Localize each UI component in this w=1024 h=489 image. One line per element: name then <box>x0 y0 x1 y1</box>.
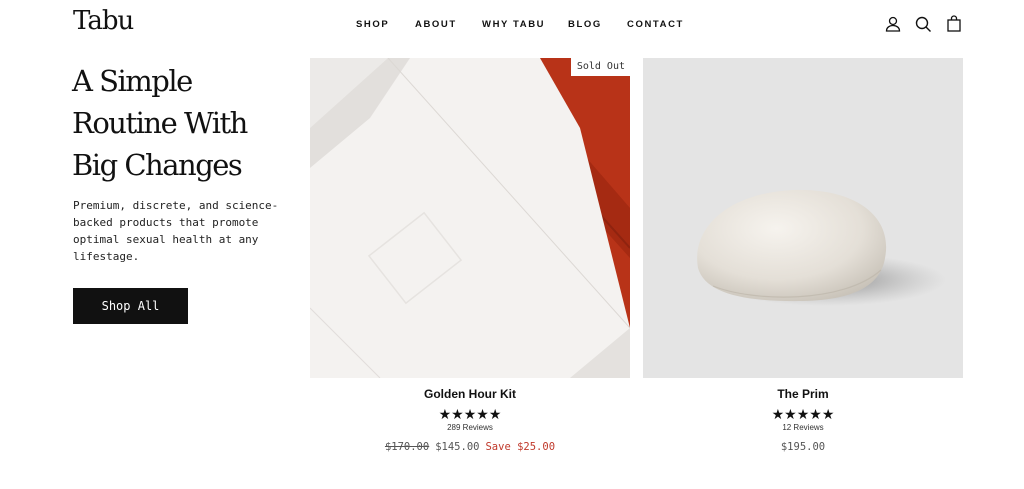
price-row: $195.00 <box>643 441 963 453</box>
account-icon[interactable] <box>884 15 902 33</box>
nav-item-about[interactable]: ABOUT <box>415 19 457 30</box>
review-count[interactable]: 12 Reviews <box>643 423 963 432</box>
hero-description: Premium, discrete, and science-backed pr… <box>73 199 279 263</box>
product-card: The Prim ★★★★★ 12 Reviews $195.00 <box>643 58 963 453</box>
cart-icon[interactable] <box>945 15 963 33</box>
site-header: Tabu SHOP ABOUT WHY TABU BLOG CONTACT <box>0 0 1024 48</box>
brand-logo[interactable]: Tabu <box>73 6 134 36</box>
star-rating: ★★★★★ <box>438 406 502 422</box>
nav-item-contact[interactable]: CONTACT <box>627 19 684 30</box>
sale-price: $145.00 <box>435 441 480 453</box>
product-name[interactable]: Golden Hour Kit <box>310 387 630 401</box>
hero-title-line: Routine With <box>72 106 248 140</box>
nav-item-blog[interactable]: BLOG <box>568 19 602 30</box>
price-row: $170.00 $145.00 Save $25.00 <box>310 441 630 453</box>
sold-out-badge: Sold Out <box>570 58 630 76</box>
product-image[interactable]: Sold Out <box>310 58 630 378</box>
review-count[interactable]: 289 Reviews <box>310 423 630 432</box>
price: $195.00 <box>780 441 826 453</box>
the-prim-image <box>643 58 963 378</box>
golden-hour-kit-image <box>310 58 630 378</box>
hero-title: A Simple Routine With Big Changes <box>72 60 302 186</box>
shop-all-button[interactable]: Shop All <box>73 288 188 324</box>
nav-item-shop[interactable]: SHOP <box>356 19 389 30</box>
compare-price: $170.00 <box>384 441 430 453</box>
star-rating: ★★★★★ <box>771 406 835 422</box>
product-card: Sold Out Golden Hour Kit ★★★★★ 289 Revie… <box>310 58 630 453</box>
product-image[interactable] <box>643 58 963 378</box>
search-icon[interactable] <box>914 15 932 33</box>
hero-title-line: Big Changes <box>72 148 243 182</box>
nav-item-why-tabu[interactable]: WHY TABU <box>482 19 545 30</box>
product-name[interactable]: The Prim <box>643 387 963 401</box>
save-amount: Save $25.00 <box>485 441 556 453</box>
hero-title-line: A Simple <box>72 64 193 98</box>
